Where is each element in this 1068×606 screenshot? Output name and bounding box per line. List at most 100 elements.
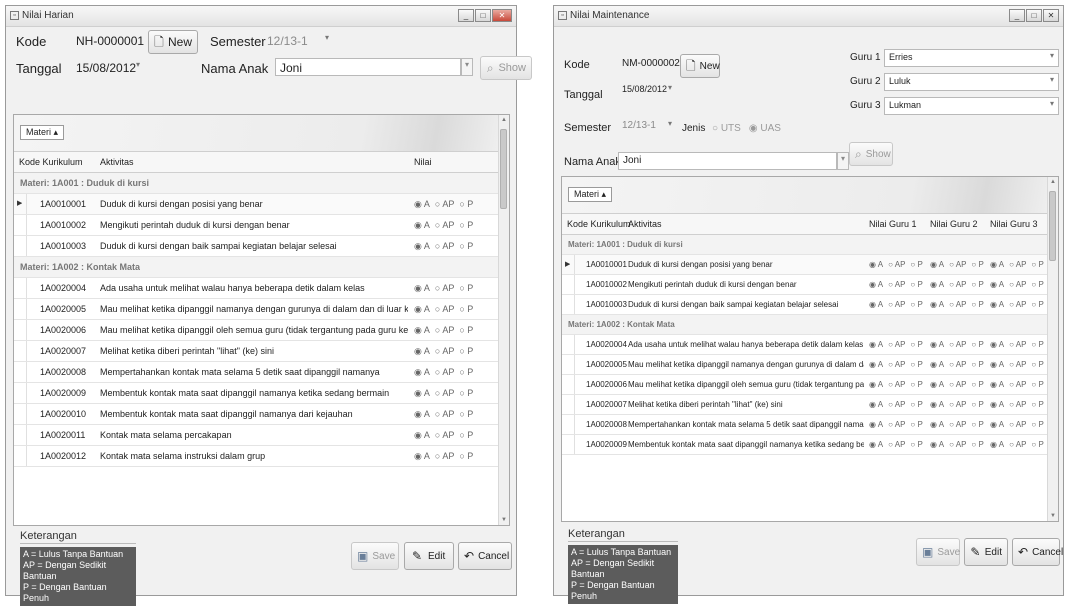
radio-ap[interactable]: ○ AP xyxy=(435,325,454,335)
table-row[interactable]: 1A0020009 Membentuk kontak mata saat dipa… xyxy=(562,435,1058,455)
radio-ap[interactable]: ○ AP xyxy=(435,241,454,251)
radio-p[interactable]: ○ P xyxy=(459,220,473,230)
radio-p[interactable]: ○ P xyxy=(971,420,983,429)
table-row[interactable]: 1A0020005 Mau melihat ketika dipanggil na… xyxy=(562,355,1058,375)
table-row[interactable]: ▶ 1A0010001 Duduk di kursi dengan posisi y… xyxy=(562,255,1058,275)
kode-field[interactable]: NH-0000001 xyxy=(72,32,144,50)
table-row[interactable]: 1A0020012 Kontak mata selama instruksi da… xyxy=(14,446,509,467)
show-button[interactable]: ⌕ Show xyxy=(480,56,532,80)
tanggal-date-picker[interactable]: 15/08/2012 ▾ xyxy=(618,82,676,100)
table-row[interactable]: 1A0020006 Mau melihat ketika dipanggil ol… xyxy=(14,320,509,341)
radio-ap[interactable]: ○ AP xyxy=(435,451,454,461)
table-row[interactable]: 1A0010002 Mengikuti perintah duduk di kur… xyxy=(562,275,1058,295)
radio-p[interactable]: ○ P xyxy=(1031,440,1043,449)
col-aktivitas[interactable]: Aktivitas xyxy=(100,157,134,167)
table-row[interactable]: 1A0020007 Melihat ketika diberi perintah … xyxy=(562,395,1058,415)
radio-p[interactable]: ○ P xyxy=(1031,280,1043,289)
radio-ap[interactable]: ○ AP xyxy=(949,280,966,289)
radio-a[interactable]: ◉ A xyxy=(414,409,430,419)
radio-p[interactable]: ○ P xyxy=(971,280,983,289)
col-nilai[interactable]: Nilai xyxy=(414,157,432,167)
group-row[interactable]: Materi: 1A002 : Kontak Mata xyxy=(562,315,1058,335)
radio-ap[interactable]: ○ AP xyxy=(1009,440,1026,449)
radio-a[interactable]: ◉ A xyxy=(930,400,944,409)
save-button[interactable]: ▣ Save xyxy=(916,538,960,566)
radio-p[interactable]: ○ P xyxy=(1031,260,1043,269)
radio-a[interactable]: ◉ A xyxy=(930,440,944,449)
radio-a[interactable]: ◉ A xyxy=(930,360,944,369)
table-row[interactable]: 1A0020004 Ada usaha untuk melihat walau h… xyxy=(562,335,1058,355)
table-row[interactable]: 1A0020005 Mau melihat ketika dipanggil na… xyxy=(14,299,509,320)
radio-p[interactable]: ○ P xyxy=(1031,400,1043,409)
radio-a[interactable]: ◉ A xyxy=(990,400,1004,409)
minimize-button[interactable]: _ xyxy=(1009,9,1025,22)
radio-ap[interactable]: ○ AP xyxy=(1009,300,1026,309)
radio-a[interactable]: ◉ A xyxy=(414,388,430,398)
radio-ap[interactable]: ○ AP xyxy=(1009,280,1026,289)
radio-ap[interactable]: ○ AP xyxy=(949,380,966,389)
radio-ap[interactable]: ○ AP xyxy=(435,346,454,356)
radio-p[interactable]: ○ P xyxy=(459,430,473,440)
maximize-button[interactable]: □ xyxy=(475,9,491,22)
radio-ap[interactable]: ○ AP xyxy=(949,300,966,309)
radio-a[interactable]: ◉ A xyxy=(869,360,883,369)
radio-a[interactable]: ◉ A xyxy=(414,325,430,335)
radio-p[interactable]: ○ P xyxy=(971,400,983,409)
radio-ap[interactable]: ○ AP xyxy=(888,440,905,449)
radio-p[interactable]: ○ P xyxy=(910,380,922,389)
radio-ap[interactable]: ○ AP xyxy=(949,420,966,429)
radio-a[interactable]: ◉ A xyxy=(990,420,1004,429)
group-chip-materi[interactable]: Materi ▴ xyxy=(568,187,613,202)
save-button[interactable]: ▣ Save xyxy=(351,542,399,570)
radio-p[interactable]: ○ P xyxy=(459,451,473,461)
radio-p[interactable]: ○ P xyxy=(1031,360,1043,369)
radio-p[interactable]: ○ P xyxy=(459,199,473,209)
radio-a[interactable]: ◉ A xyxy=(869,380,883,389)
radio-p[interactable]: ○ P xyxy=(971,260,983,269)
radio-p[interactable]: ○ P xyxy=(971,380,983,389)
nama-anak-select[interactable]: Joni xyxy=(618,152,837,170)
minimize-button[interactable]: _ xyxy=(458,9,474,22)
col-kode-kurikulum[interactable]: Kode Kurikulum xyxy=(19,157,83,167)
radio-a[interactable]: ◉ A xyxy=(990,440,1004,449)
table-row[interactable]: ▶ 1A0010001 Duduk di kursi dengan posisi y… xyxy=(14,194,509,215)
radio-a[interactable]: ◉ A xyxy=(930,300,944,309)
close-button[interactable]: ✕ xyxy=(1043,9,1059,22)
radio-a[interactable]: ◉ A xyxy=(414,283,430,293)
radio-a[interactable]: ◉ A xyxy=(414,346,430,356)
col-aktivitas[interactable]: Aktivitas xyxy=(628,219,662,229)
radio-ap[interactable]: ○ AP xyxy=(435,283,454,293)
scroll-thumb[interactable] xyxy=(500,129,507,209)
radio-ap[interactable]: ○ AP xyxy=(949,360,966,369)
radio-ap[interactable]: ○ AP xyxy=(435,409,454,419)
nama-anak-dropdown-button[interactable]: ▾ xyxy=(461,58,473,76)
radio-p[interactable]: ○ P xyxy=(459,304,473,314)
group-row[interactable]: Materi: 1A001 : Duduk di kursi xyxy=(562,235,1058,255)
radio-a[interactable]: ◉ A xyxy=(414,220,430,230)
radio-a[interactable]: ◉ A xyxy=(930,420,944,429)
radio-p[interactable]: ○ P xyxy=(1031,380,1043,389)
radio-a[interactable]: ◉ A xyxy=(414,451,430,461)
radio-p[interactable]: ○ P xyxy=(459,283,473,293)
semester-select[interactable]: 12/13-1 ▾ xyxy=(263,32,333,50)
radio-ap[interactable]: ○ AP xyxy=(435,367,454,377)
radio-p[interactable]: ○ P xyxy=(1031,340,1043,349)
radio-ap[interactable]: ○ AP xyxy=(435,304,454,314)
cancel-button[interactable]: ↶ Cancel xyxy=(1012,538,1063,566)
radio-a[interactable]: ◉ A xyxy=(869,420,883,429)
radio-ap[interactable]: ○ AP xyxy=(949,440,966,449)
radio-p[interactable]: ○ P xyxy=(910,360,922,369)
radio-p[interactable]: ○ P xyxy=(459,388,473,398)
radio-p[interactable]: ○ P xyxy=(971,340,983,349)
table-row[interactable]: 1A0010003 Duduk di kursi dengan baik samp… xyxy=(562,295,1058,315)
edit-button[interactable]: ✎ Edit xyxy=(964,538,1008,566)
radio-a[interactable]: ◉ A xyxy=(414,241,430,251)
radio-p[interactable]: ○ P xyxy=(910,400,922,409)
col-kode-kurikulum[interactable]: Kode Kurikulum xyxy=(567,219,631,229)
radio-a[interactable]: ◉ A xyxy=(414,430,430,440)
radio-a[interactable]: ◉ A xyxy=(414,304,430,314)
new-button[interactable]: 🗋 New xyxy=(148,30,198,54)
radio-a[interactable]: ◉ A xyxy=(990,360,1004,369)
radio-uas[interactable]: ◉ UAS xyxy=(749,123,781,134)
radio-a[interactable]: ◉ A xyxy=(990,340,1004,349)
